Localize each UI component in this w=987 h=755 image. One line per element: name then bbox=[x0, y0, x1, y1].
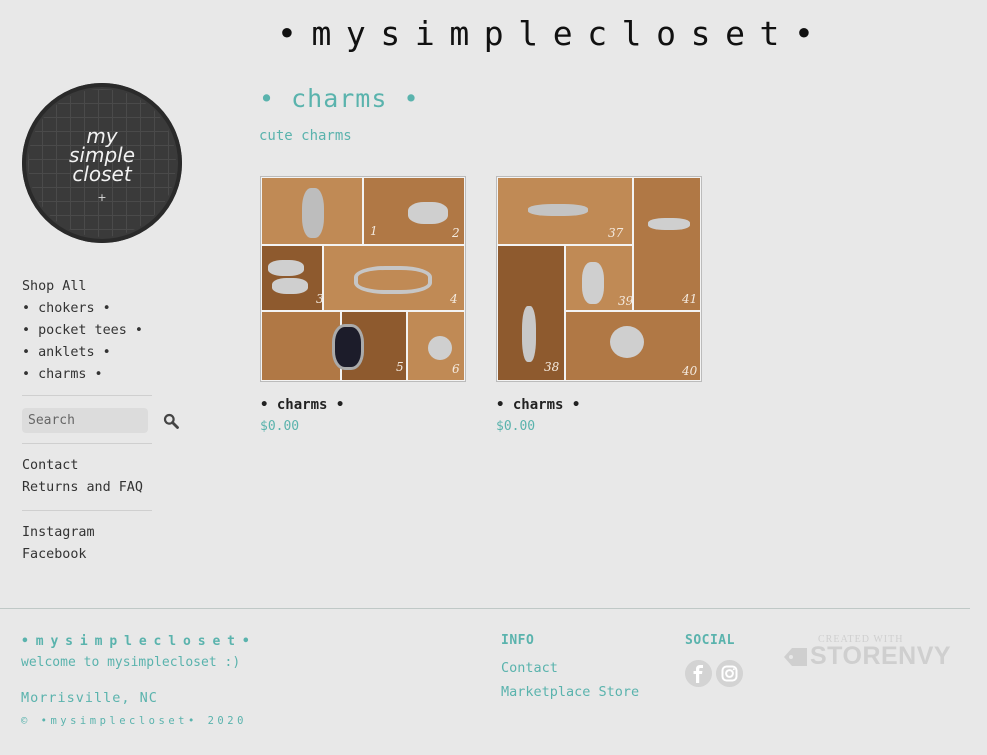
sidebar-item-shop-all[interactable]: Shop All bbox=[22, 276, 143, 298]
sidebar-item-returns-faq[interactable]: Returns and FAQ bbox=[22, 477, 143, 499]
footer-tagline: welcome to mysimplecloset :) bbox=[21, 655, 241, 670]
sidebar-item-chokers[interactable]: • chokers • bbox=[22, 298, 143, 320]
sidebar-divider bbox=[22, 510, 152, 511]
product-card: 1 2 3 4 5 6 • charms • $0.00 bbox=[260, 176, 466, 434]
sidebar-item-pocket-tees[interactable]: • pocket tees • bbox=[22, 320, 143, 342]
product-price: $0.00 bbox=[260, 419, 300, 434]
logo-mark: + bbox=[97, 191, 107, 204]
photo-label: 3 bbox=[316, 292, 324, 306]
footer-info-heading: INFO bbox=[501, 633, 535, 648]
sidebar-social-nav: Instagram Facebook bbox=[22, 522, 95, 566]
product-card: 37 41 39 38 40 • charms • $0.00 bbox=[496, 176, 702, 434]
search-input[interactable] bbox=[22, 408, 148, 433]
facebook-icon[interactable] bbox=[685, 660, 712, 687]
photo-label: 38 bbox=[544, 360, 560, 374]
footer-brand[interactable]: •mysimplecloset• bbox=[21, 634, 257, 649]
page-subtitle: cute charms bbox=[259, 128, 352, 144]
logo-line-3: closet bbox=[72, 162, 132, 186]
footer-copyright: © •mysimplecloset• 2020 bbox=[21, 715, 247, 727]
product-image[interactable]: 1 2 3 4 5 6 bbox=[260, 176, 466, 382]
sidebar-divider bbox=[22, 443, 152, 444]
product-price: $0.00 bbox=[496, 419, 536, 434]
site-title[interactable]: •mysimplecloset• bbox=[277, 16, 828, 52]
footer-link-marketplace[interactable]: Marketplace Store bbox=[501, 680, 639, 704]
sidebar-item-anklets[interactable]: • anklets • bbox=[22, 342, 143, 364]
page-title: • charms • bbox=[259, 84, 420, 113]
photo-label: 40 bbox=[682, 364, 698, 378]
photo-label: 37 bbox=[608, 226, 624, 240]
photo-label: 6 bbox=[452, 362, 460, 376]
photo-label: 5 bbox=[396, 360, 404, 374]
sidebar-item-charms[interactable]: • charms • bbox=[22, 364, 143, 386]
footer-link-contact[interactable]: Contact bbox=[501, 656, 639, 680]
photo-label: 1 bbox=[370, 224, 378, 238]
storenvy-badge[interactable]: CREATED WITH STORENVY bbox=[782, 634, 951, 671]
instagram-icon[interactable] bbox=[716, 660, 743, 687]
photo-label: 4 bbox=[450, 292, 458, 306]
footer-info-links: Contact Marketplace Store bbox=[501, 656, 639, 704]
sidebar-item-facebook[interactable]: Facebook bbox=[22, 544, 95, 566]
sidebar-page-nav: Contact Returns and FAQ bbox=[22, 455, 143, 499]
product-name[interactable]: • charms • bbox=[260, 397, 466, 413]
photo-label: 39 bbox=[618, 294, 634, 308]
storenvy-tag-icon bbox=[784, 648, 807, 666]
photo-label: 2 bbox=[452, 226, 460, 240]
footer-social-heading: SOCIAL bbox=[685, 633, 735, 648]
logo[interactable]: my simple closet + bbox=[22, 83, 182, 243]
product-image[interactable]: 37 41 39 38 40 bbox=[496, 176, 702, 382]
storenvy-wordmark: STORENVY bbox=[810, 642, 952, 670]
footer-location: Morrisville, NC bbox=[21, 690, 158, 706]
footer-divider bbox=[0, 608, 970, 609]
photo-label: 41 bbox=[682, 292, 698, 306]
search-icon[interactable] bbox=[163, 413, 179, 429]
sidebar-category-nav: Shop All • chokers • • pocket tees • • a… bbox=[22, 276, 143, 386]
sidebar-item-contact[interactable]: Contact bbox=[22, 455, 143, 477]
sidebar-item-instagram[interactable]: Instagram bbox=[22, 522, 95, 544]
logo-text: my simple closet bbox=[22, 126, 182, 186]
product-name[interactable]: • charms • bbox=[496, 397, 702, 413]
sidebar-divider bbox=[22, 395, 152, 396]
